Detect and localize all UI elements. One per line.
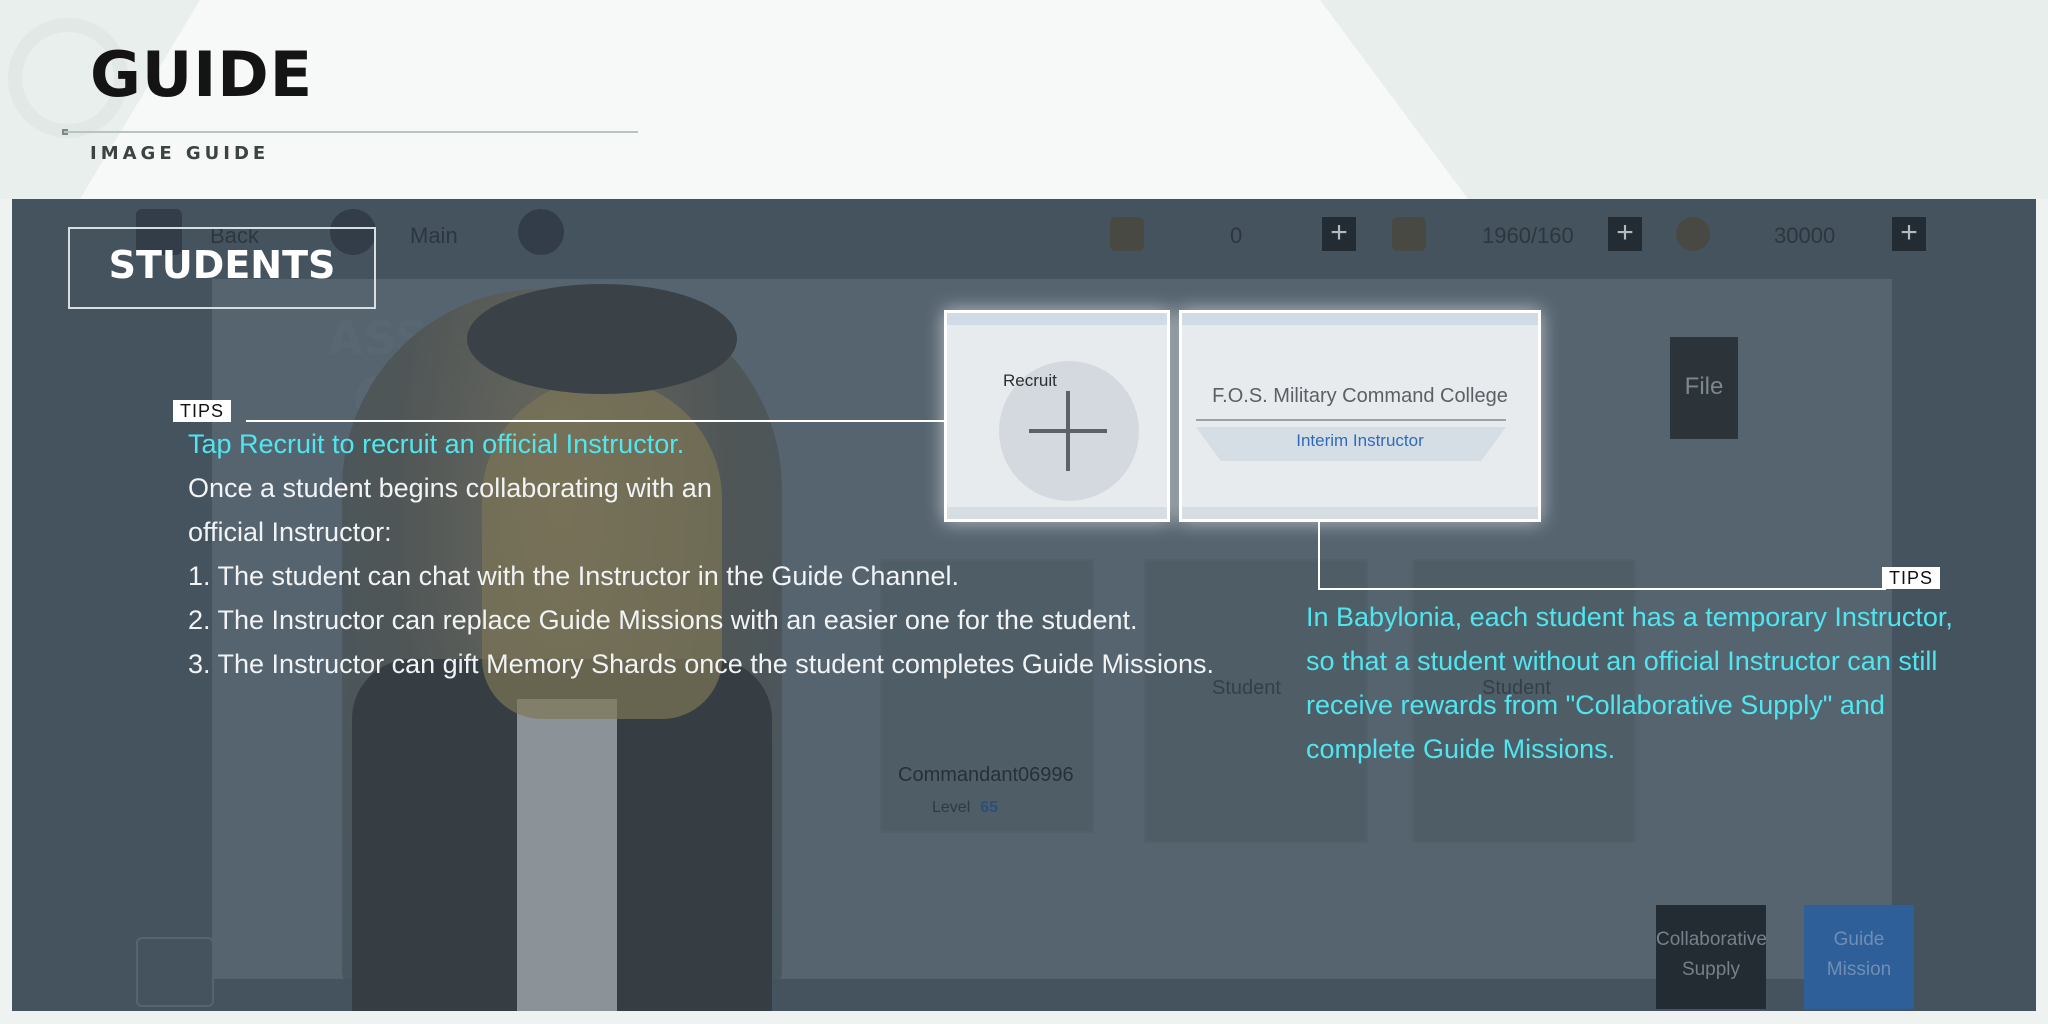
collaborative-supply-button[interactable]: Collaborative Supply bbox=[1656, 905, 1767, 1009]
tip-left-line-2: official Instructor: bbox=[188, 517, 392, 547]
tip-left-line-1: Once a student begins collaborating with… bbox=[188, 473, 712, 503]
bg-character-shirt bbox=[517, 699, 617, 1011]
tip-right-line-3: receive rewards from "Collaborative Supp… bbox=[1306, 690, 1885, 720]
tip-left-line-3: 1. The student can chat with the Instruc… bbox=[188, 561, 959, 591]
resource3-add-button[interactable]: + bbox=[1892, 217, 1926, 251]
title-underline bbox=[64, 131, 638, 133]
instructor-divider bbox=[1196, 419, 1506, 421]
tip-right-line-2: so that a student without an official In… bbox=[1306, 646, 1938, 676]
bg-commandant-level: Level 65 bbox=[932, 799, 998, 817]
currency-icon bbox=[1676, 217, 1710, 251]
resource2-add-button[interactable]: + bbox=[1608, 217, 1642, 251]
guide-header: GUIDE IMAGE GUIDE bbox=[0, 0, 2048, 199]
header-decor-right bbox=[1320, 0, 2048, 199]
instructor-college: F.O.S. Military Command College bbox=[1212, 385, 1508, 407]
tip-left-line-4: 2. The Instructor can replace Guide Miss… bbox=[188, 605, 1138, 635]
tip-left-headline: Tap Recruit to recruit an official Instr… bbox=[188, 429, 685, 459]
resource3-value: 30000 bbox=[1774, 223, 1836, 248]
recruit-label: Recruit bbox=[1003, 371, 1057, 390]
bg-character-hat bbox=[467, 284, 737, 394]
file-button[interactable]: File bbox=[1670, 337, 1738, 439]
main-label[interactable]: Main bbox=[410, 223, 458, 249]
recruit-card-top bbox=[947, 313, 1167, 325]
resource1-add-button[interactable]: + bbox=[1322, 217, 1356, 251]
bg-commandant-name: Commandant06996 bbox=[898, 764, 1074, 786]
page-subtitle: IMAGE GUIDE bbox=[90, 143, 270, 164]
recruit-card-bottom bbox=[947, 507, 1167, 519]
tip-right-line-1: In Babylonia, each student has a tempora… bbox=[1306, 602, 1953, 632]
section-label: STUDENTS bbox=[108, 243, 336, 287]
tip-right-connector-v bbox=[1318, 522, 1320, 590]
tip-right-connector-h bbox=[1318, 588, 1886, 590]
chat-icon[interactable] bbox=[136, 937, 214, 1007]
resource1-value: 0 bbox=[1230, 223, 1243, 248]
alert-icon[interactable] bbox=[518, 209, 564, 255]
instructor-card-bottom bbox=[1182, 507, 1538, 519]
bg-level-label: Level bbox=[932, 799, 971, 816]
instructor-card[interactable]: F.O.S. Military Command College Interim … bbox=[1179, 310, 1541, 522]
resource2-value: 1960/160 bbox=[1482, 223, 1574, 248]
ticket-icon bbox=[1110, 217, 1144, 251]
tip-right-line-4: complete Guide Missions. bbox=[1306, 734, 1616, 764]
bg-student-label-1: Student bbox=[1212, 677, 1281, 699]
guide-image: ASSIST GUI Commandant06996 Level65 Stude… bbox=[12, 199, 2036, 1011]
tips-badge-left: TIPS bbox=[173, 400, 232, 422]
tips-badge-right: TIPS bbox=[1882, 567, 1941, 589]
recruit-card[interactable]: Recruit bbox=[944, 310, 1170, 522]
guide-mission-button[interactable]: Guide Mission bbox=[1804, 905, 1914, 1009]
tip-left-line-5: 3. The Instructor can gift Memory Shards… bbox=[188, 649, 1214, 679]
bg-level-value: 65 bbox=[980, 799, 999, 816]
instructor-role: Interim Instructor bbox=[1296, 431, 1424, 450]
instructor-card-top bbox=[1182, 313, 1538, 325]
page-title: GUIDE bbox=[90, 38, 314, 111]
stamina-icon bbox=[1392, 217, 1426, 251]
